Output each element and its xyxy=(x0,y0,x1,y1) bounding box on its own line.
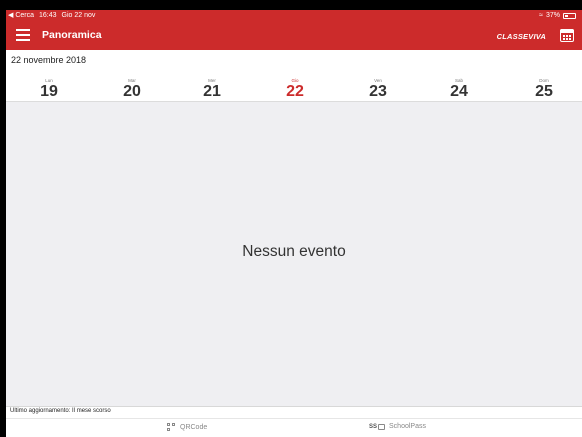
day-number: 20 xyxy=(123,83,141,100)
battery-icon xyxy=(563,13,576,19)
week-selector: 22 novembre 2018 Lun 19 Mar 20 Mer 21 Gi… xyxy=(6,50,582,102)
classeviva-logo: CLASSEVIVA xyxy=(496,32,546,41)
last-update-label: Ultimo aggiornamento: Il mese scorso xyxy=(10,408,111,414)
back-to-app-link[interactable]: ◀ Cerca xyxy=(8,10,34,22)
status-date: Gio 22 nov xyxy=(61,12,96,19)
tab-label: QRCode xyxy=(180,424,208,431)
app-header: ◀ Cerca 16:43 Gio 22 nov ≈ 37% Panoramic… xyxy=(6,10,582,50)
battery-percent: 37% xyxy=(545,12,560,19)
day-friday[interactable]: Ven 23 xyxy=(348,78,408,100)
day-number: 21 xyxy=(203,83,221,100)
bottom-tab-bar: QRCode SS SchoolPass xyxy=(6,418,582,437)
empty-events-message: Nessun evento xyxy=(242,243,346,260)
day-number: 19 xyxy=(40,83,58,100)
day-number: 22 xyxy=(286,83,304,100)
status-bar: ◀ Cerca 16:43 Gio 22 nov ≈ 37% xyxy=(6,10,582,22)
schoolpass-icon: SS xyxy=(369,423,386,430)
day-thursday-selected[interactable]: Gio 22 xyxy=(265,78,325,100)
wifi-icon: ≈ xyxy=(539,12,543,19)
tab-label: SchoolPass xyxy=(389,423,426,430)
app-window: ◀ Cerca 16:43 Gio 22 nov ≈ 37% Panoramic… xyxy=(6,10,582,437)
status-time: 16:43 xyxy=(39,12,57,19)
qrcode-icon xyxy=(167,423,176,432)
tab-schoolpass[interactable]: SS SchoolPass xyxy=(369,423,426,430)
day-monday[interactable]: Lun 19 xyxy=(19,78,79,100)
page-title: Panoramica xyxy=(42,29,102,41)
selected-date-label: 22 novembre 2018 xyxy=(11,55,87,65)
day-number: 23 xyxy=(369,83,387,100)
tab-qrcode[interactable]: QRCode xyxy=(167,423,207,432)
events-area: Nessun evento xyxy=(6,102,582,406)
navigation-bar: Panoramica CLASSEVIVA xyxy=(6,22,582,50)
day-sunday[interactable]: Dom 25 xyxy=(514,78,574,100)
day-saturday[interactable]: Sab 24 xyxy=(429,78,489,100)
day-number: 24 xyxy=(450,83,468,100)
day-tuesday[interactable]: Mar 20 xyxy=(102,78,162,100)
hamburger-menu-icon[interactable] xyxy=(16,29,30,42)
day-number: 25 xyxy=(535,83,553,100)
day-wednesday[interactable]: Mer 21 xyxy=(182,78,242,100)
calendar-icon[interactable] xyxy=(560,27,574,42)
